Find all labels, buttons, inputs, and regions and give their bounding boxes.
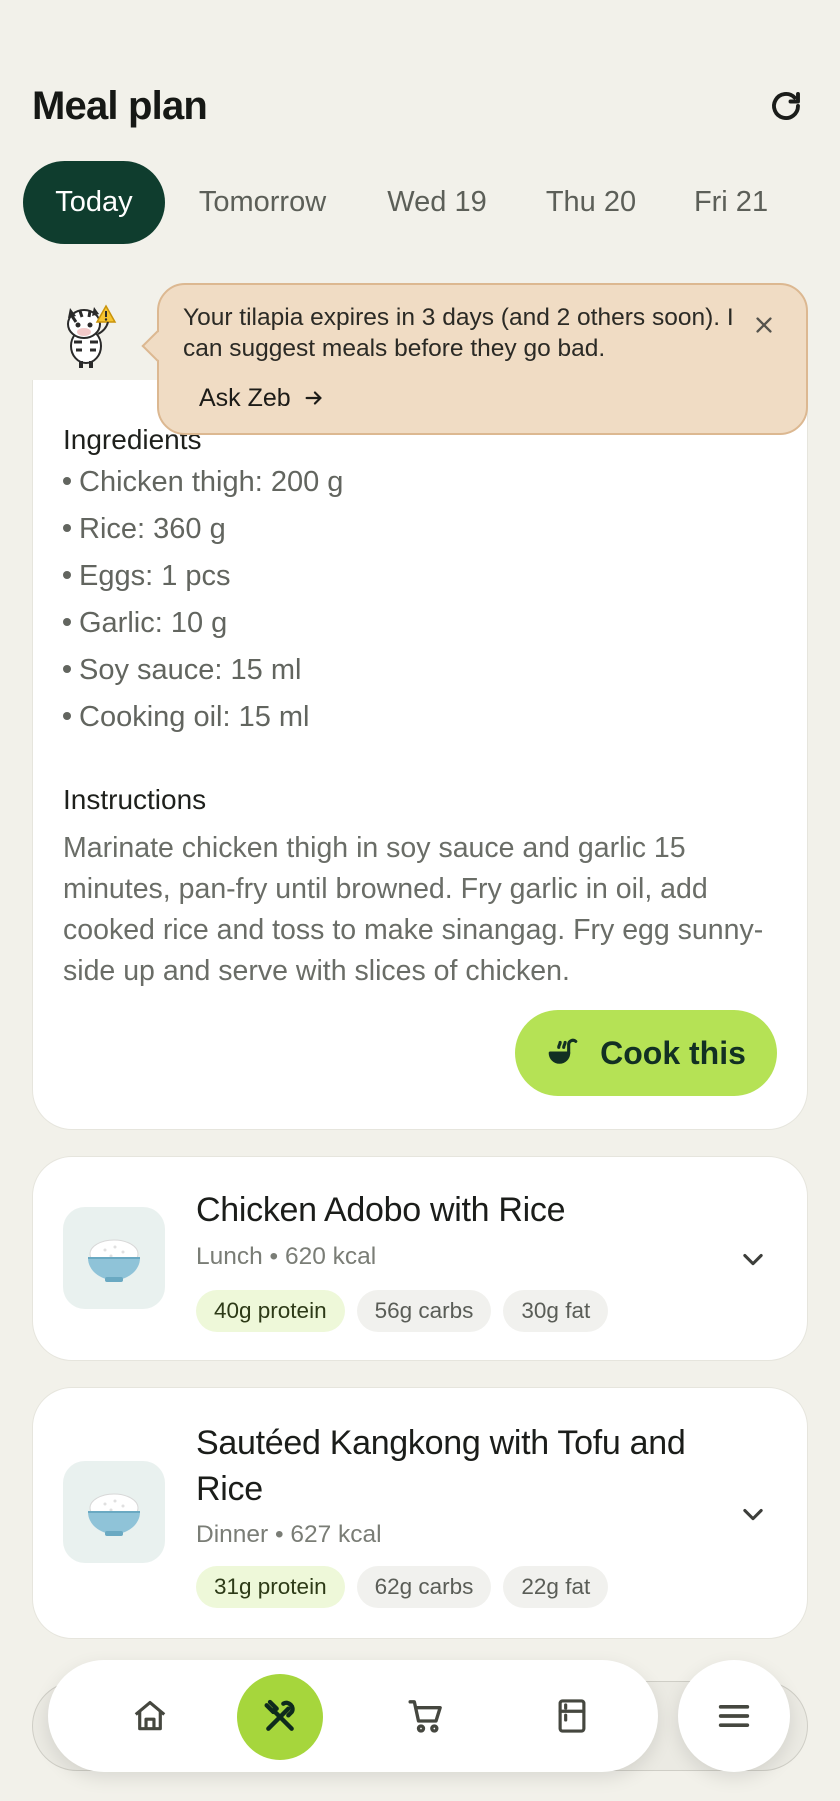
nav-cart[interactable] [392,1682,460,1750]
expand-button[interactable] [735,1241,771,1277]
macro-chips: 31g protein 62g carbs 22g fat [196,1566,609,1608]
meal-card[interactable]: Chicken Adobo with Rice Lunch • 620 kcal… [32,1156,808,1361]
refresh-icon [772,92,800,120]
cook-this-button[interactable]: Cook this [515,1010,777,1096]
nav-pantry[interactable] [538,1682,606,1750]
page-title: Meal plan [32,83,208,128]
ladle-icon [548,1038,578,1064]
meal-title: Sautéed Kangkong with Tofu and Rice [196,1424,686,1508]
alert-close-button[interactable] [748,309,780,341]
tab-wed-19[interactable]: Wed 19 [360,161,514,244]
ask-zeb-label: Ask Zeb [199,383,291,412]
tab-tomorrow[interactable]: Tomorrow [165,161,360,244]
pantry-icon [558,1699,586,1733]
home-icon [134,1700,166,1731]
meal-title: Chicken Adobo with Rice [196,1191,566,1229]
macro-chips: 40g protein 56g carbs 30g fat [196,1290,609,1332]
fat-chip: 30g fat [503,1290,609,1332]
meal-meta: Dinner • 627 kcal [196,1521,382,1548]
protein-chip: 40g protein [196,1290,345,1332]
ingredient-item: Chicken thigh: 200 g [63,466,343,499]
cart-icon [408,1700,442,1733]
tab-fri-21[interactable]: Fri 21 [668,161,794,244]
meal-meta: Lunch • 620 kcal [196,1243,377,1270]
ingredient-item: Garlic: 10 g [63,607,227,640]
ingredient-item: Soy sauce: 15 ml [63,654,301,687]
instructions-text: Marinate chicken thigh in soy sauce and … [63,832,764,987]
rice-bowl-icon [63,1207,165,1309]
expiry-alert: Your tilapia expires in 3 days (and 2 ot… [141,283,808,435]
nav-home[interactable] [116,1682,184,1750]
carbs-chip: 62g carbs [356,1566,492,1608]
arrow-right-icon [305,391,322,405]
header: Meal plan [32,78,808,134]
bottom-nav [48,1660,658,1772]
chevron-down-icon [743,1508,763,1521]
tab-thu-20[interactable]: Thu 20 [514,161,668,244]
ingredient-item: Rice: 360 g [63,513,226,546]
zebra-mascot-icon [56,298,126,370]
rice-bowl-icon [63,1461,165,1563]
day-tabs: Today Tomorrow Wed 19 Thu 20 Fri 21 [23,161,840,244]
recipe-card: Ingredients Chicken thigh: 200 g Rice: 3… [32,380,808,1130]
meal-card[interactable]: Sautéed Kangkong with Tofu and Rice Dinn… [32,1387,808,1639]
expand-button[interactable] [735,1496,771,1532]
protein-chip: 31g protein [196,1566,345,1608]
carbs-chip: 56g carbs [356,1290,492,1332]
refresh-button[interactable] [764,84,808,128]
menu-icon [718,1705,750,1727]
close-icon [756,317,772,333]
fat-chip: 22g fat [503,1566,609,1608]
instructions-heading: Instructions [63,784,207,815]
chevron-down-icon [743,1253,763,1266]
ingredient-item: Cooking oil: 15 ml [63,701,310,734]
ask-zeb-button[interactable]: Ask Zeb [199,378,325,418]
cook-this-label: Cook this [600,1034,746,1071]
nav-meal-plan[interactable] [237,1674,323,1760]
alert-tail [141,330,173,362]
alert-message: Your tilapia expires in 3 days (and 2 ot… [183,304,734,362]
ingredient-item: Eggs: 1 pcs [63,560,231,593]
menu-button[interactable] [678,1660,790,1772]
fork-knife-icon [264,1699,295,1731]
tab-today[interactable]: Today [23,161,165,244]
